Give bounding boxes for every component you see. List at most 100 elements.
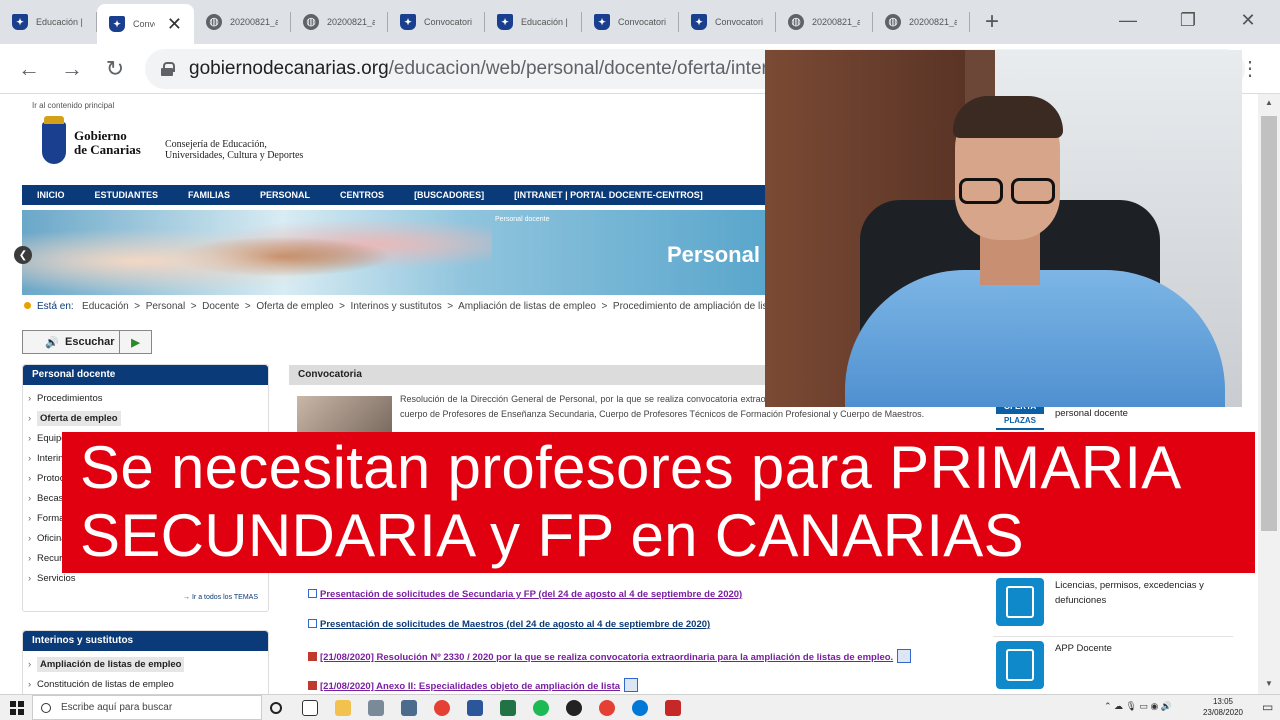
scroll-down-icon[interactable]: ▼ xyxy=(1264,679,1274,688)
consejeria-line1: Consejería de Educación, xyxy=(165,139,267,150)
restore-icon[interactable]: ❐ xyxy=(1158,0,1218,40)
carousel-prev-icon[interactable]: ❮ xyxy=(14,246,32,264)
acrobat-icon[interactable] xyxy=(665,700,681,716)
edge-icon[interactable] xyxy=(632,700,648,716)
tab-title: 20200821_anexo xyxy=(812,17,860,27)
nav-estudiantes[interactable]: ESTUDIANTES xyxy=(80,190,174,200)
breadcrumb-item[interactable]: Personal xyxy=(146,301,185,312)
globe-icon: ◍ xyxy=(303,14,319,30)
nav-centros[interactable]: CENTROS xyxy=(325,190,399,200)
close-tab-icon[interactable]: ✕ xyxy=(167,14,182,35)
browser-tab[interactable]: ✦ Convocatoria xyxy=(582,0,679,44)
file-explorer-icon[interactable] xyxy=(335,700,351,716)
word-icon[interactable] xyxy=(467,700,483,716)
doc-link[interactable]: Presentación de solicitudes de Maestros … xyxy=(308,619,710,630)
main-nav: INICIO ESTUDIANTES FAMILIAS PERSONAL CEN… xyxy=(22,185,767,205)
consejeria-line2: Universidades, Cultura y Deportes xyxy=(165,150,304,161)
new-tab-button[interactable]: + xyxy=(970,0,1014,44)
location-dot-icon xyxy=(24,302,31,309)
nav-personal[interactable]: PERSONAL xyxy=(245,190,325,200)
scroll-thumb[interactable] xyxy=(1261,116,1277,531)
nav-buscadores[interactable]: [BUSCADORES] xyxy=(399,190,499,200)
video-caption: Se necesitan profesores para PRIMARIA SE… xyxy=(62,432,1255,573)
breadcrumb-item[interactable]: Educación xyxy=(82,301,129,312)
tray-icons[interactable]: ⌃ ☁ 🎙 ▭ ◉ 🔊 xyxy=(1104,701,1172,712)
breadcrumb-item[interactable]: Docente xyxy=(202,301,239,312)
chrome-icon[interactable] xyxy=(434,700,450,716)
caption-line2: SECUNDARIA y FP en CANARIAS xyxy=(80,502,1024,569)
gov-crest-icon: ✦ xyxy=(497,14,513,30)
gov-crest-icon: ✦ xyxy=(400,14,416,30)
all-temas-link[interactable]: → Ir a todos los TEMAS xyxy=(23,589,268,611)
forward-arrow-icon[interactable]: → xyxy=(57,54,87,84)
globe-icon: ◍ xyxy=(788,14,804,30)
browser-menu-icon[interactable]: ⋮ xyxy=(1240,56,1260,81)
breadcrumb-item[interactable]: Oferta de empleo xyxy=(256,301,333,312)
clock-date: 23/08/2020 xyxy=(1202,708,1244,717)
sidebar-item-selected[interactable]: Oferta de empleo xyxy=(23,409,268,429)
excel-icon[interactable] xyxy=(500,700,516,716)
spotify-icon[interactable] xyxy=(533,700,549,716)
browser-tab[interactable]: ◍ 20200821_anexo xyxy=(873,0,970,44)
breadcrumb-item[interactable]: Ampliación de listas de empleo xyxy=(458,301,596,312)
browser-tab[interactable]: ✦ Convocatoria xyxy=(388,0,485,44)
tab-title: Educación | Gobierno de Canarias xyxy=(521,17,569,27)
task-view-icon[interactable] xyxy=(302,700,318,716)
listen-button[interactable]: 🔊 Escuchar ▶ xyxy=(22,330,152,354)
search-icon xyxy=(41,702,51,713)
gov-crest-icon: ✦ xyxy=(12,14,28,30)
licencias-icon[interactable] xyxy=(996,578,1044,626)
doc-link[interactable]: Presentación de solicitudes de Secundari… xyxy=(308,589,742,600)
browser-tab[interactable]: ✦ Educación | Gobierno de Canarias xyxy=(0,0,97,44)
nav-familias[interactable]: FAMILIAS xyxy=(173,190,245,200)
presenter-shirt xyxy=(845,270,1225,407)
browser-tab[interactable]: ✦ Educación | Gobierno de Canarias xyxy=(485,0,582,44)
taskbar-clock[interactable]: 13:05 23/08/2020 xyxy=(1196,696,1250,718)
external-link-icon xyxy=(308,589,317,598)
sidebar-item[interactable]: Constitución de listas de empleo xyxy=(23,675,268,694)
browser-tab[interactable]: ◍ 20200821_anexo xyxy=(291,0,388,44)
page-scrollbar[interactable]: ▲ ▼ xyxy=(1258,94,1280,694)
obs-icon[interactable] xyxy=(566,700,582,716)
notification-icon[interactable]: ▭ xyxy=(1262,700,1273,714)
nav-intranet[interactable]: [INTRANET | PORTAL DOCENTE-CENTROS] xyxy=(499,190,718,200)
close-window-icon[interactable]: ✕ xyxy=(1218,0,1278,40)
skip-link[interactable]: Ir al contenido principal xyxy=(32,101,114,110)
windows-start-icon[interactable] xyxy=(10,701,24,715)
sidebar-item-selected[interactable]: Ampliación de listas de empleo xyxy=(23,655,268,675)
divider xyxy=(993,636,1233,637)
gov-name-line2: de Canarias xyxy=(74,142,141,157)
tab-title: Educación | Gobierno de Canarias xyxy=(36,17,84,27)
breadcrumb-label: Está en: xyxy=(37,301,74,312)
app-docente-icon[interactable] xyxy=(996,641,1044,689)
licencias-link[interactable]: Licencias, permisos, excedencias y defun… xyxy=(1055,578,1225,608)
doc-link[interactable]: [21/08/2020] Resolución Nº 2330 / 2020 p… xyxy=(308,649,912,663)
calculator-icon[interactable] xyxy=(401,700,417,716)
back-arrow-icon[interactable]: ← xyxy=(14,54,44,84)
gov-crest-icon: ✦ xyxy=(109,16,125,32)
search-placeholder: Escribe aquí para buscar xyxy=(61,702,173,713)
gov-logo[interactable]: Gobierno de Canarias xyxy=(42,116,141,164)
browser-tab[interactable]: ◍ 20200821_anexo xyxy=(194,0,291,44)
sidebar-item[interactable]: Procedimientos xyxy=(23,389,268,409)
cortana-icon[interactable] xyxy=(270,702,282,714)
taskbar-search[interactable]: Escribe aquí para buscar xyxy=(32,695,262,720)
app-icon[interactable] xyxy=(368,700,384,716)
reload-icon[interactable]: ↻ xyxy=(100,54,130,84)
play-icon[interactable]: ▶ xyxy=(119,331,151,353)
plazas-label: PLAZAS xyxy=(996,414,1044,428)
breadcrumb-item[interactable]: Interinos y sustitutos xyxy=(351,301,442,312)
document-icon xyxy=(897,649,912,663)
nav-inicio[interactable]: INICIO xyxy=(22,190,80,200)
app-docente-link[interactable]: APP Docente xyxy=(1055,641,1225,656)
browser-tab-active[interactable]: ✦ Convocatoria ✕ xyxy=(97,4,194,44)
doc-link[interactable]: [21/08/2020] Anexo II: Especialidades ob… xyxy=(308,678,639,692)
gov-name-line1: Gobierno xyxy=(74,128,127,143)
browser-tab[interactable]: ✦ Convocatoria xyxy=(679,0,776,44)
scroll-up-icon[interactable]: ▲ xyxy=(1264,98,1274,107)
globe-icon: ◍ xyxy=(885,14,901,30)
chrome-icon[interactable] xyxy=(599,700,615,716)
browser-tab[interactable]: ◍ 20200821_anexo xyxy=(776,0,873,44)
minimize-icon[interactable]: — xyxy=(1098,0,1158,40)
oferta-text[interactable]: personal docente xyxy=(1055,406,1225,421)
